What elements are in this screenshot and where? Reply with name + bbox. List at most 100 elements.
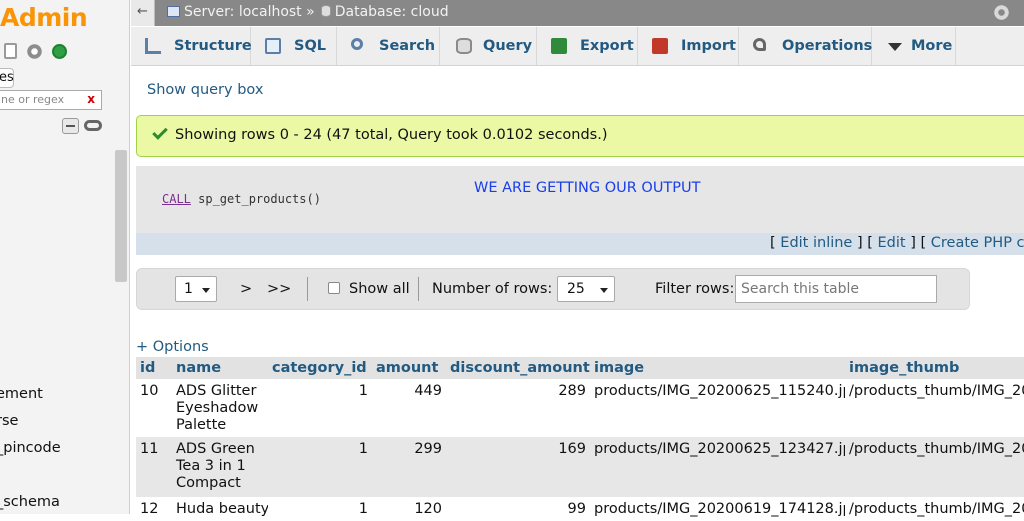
results-table: id name category_id amount discount_amou…: [136, 357, 1024, 521]
last-page-button[interactable]: >>: [267, 281, 291, 297]
chevron-down-icon: [202, 288, 210, 293]
column-header-name[interactable]: name: [172, 357, 268, 379]
cell-image-thumb[interactable]: /products_thumb/IMG_2020: [845, 497, 1024, 521]
tab-label: Import: [681, 38, 736, 54]
gear-icon[interactable]: [993, 4, 1010, 21]
breadcrumb-server[interactable]: Server: localhost: [184, 4, 302, 20]
cell-category-id[interactable]: 1: [268, 497, 372, 521]
column-header-amount[interactable]: amount: [372, 357, 446, 379]
tab-label: More: [911, 38, 953, 54]
cell-id[interactable]: 10: [136, 379, 172, 437]
filter-rows-label: Filter rows:: [655, 281, 735, 297]
table-row[interactable]: 10 ADS Glitter Eyeshadow Palette 1 449 2…: [136, 379, 1024, 437]
column-header-discount-amount[interactable]: discount_amount: [446, 357, 590, 379]
navigation-table-item[interactable]: rse: [0, 413, 18, 429]
column-header-id[interactable]: id: [136, 357, 172, 379]
options-link[interactable]: + Options: [136, 339, 209, 355]
bracket-text: ] [: [852, 235, 878, 251]
create-php-code-link[interactable]: Create PHP code: [931, 235, 1024, 251]
edit-inline-link[interactable]: Edit inline: [780, 235, 852, 251]
tab-structure[interactable]: Structure: [131, 27, 252, 65]
link-with-main-panel-icon[interactable]: [84, 120, 102, 131]
tab-label: Query: [483, 38, 533, 54]
show-all-label[interactable]: Show all: [349, 281, 410, 297]
bracket-text: ] [: [905, 235, 931, 251]
cell-image[interactable]: products/IMG_20200625_115240.jpg: [590, 379, 845, 437]
cell-name[interactable]: ADS Green Tea 3 in 1 Compact: [172, 437, 268, 497]
cell-amount[interactable]: 299: [372, 437, 446, 497]
cell-name[interactable]: Huda beauty: [172, 497, 268, 521]
navigation-table-item[interactable]: _schema: [0, 494, 60, 510]
logo[interactable]: Admin: [0, 3, 88, 32]
cell-id[interactable]: 12: [136, 497, 172, 521]
tab-sql[interactable]: SQL: [251, 27, 337, 65]
query-icon: [456, 38, 472, 54]
cell-category-id[interactable]: 1: [268, 379, 372, 437]
next-page-button[interactable]: >: [240, 281, 252, 297]
tab-export[interactable]: Export: [537, 27, 638, 65]
cell-amount[interactable]: 449: [372, 379, 446, 437]
table-row[interactable]: 11 ADS Green Tea 3 in 1 Compact 1 299 16…: [136, 437, 1024, 497]
tab-import[interactable]: Import: [638, 27, 739, 65]
tab-operations[interactable]: Operations: [739, 27, 872, 65]
back-button[interactable]: ←: [131, 0, 155, 26]
import-icon: [652, 38, 668, 54]
navigation-filter-input[interactable]: ne or regex x: [0, 90, 102, 110]
navigation-table-item[interactable]: _pincode: [0, 440, 61, 456]
cell-name[interactable]: ADS Glitter Eyeshadow Palette: [172, 379, 268, 437]
tab-query[interactable]: Query: [440, 27, 537, 65]
database-icon: [320, 5, 331, 17]
structure-icon: [145, 38, 161, 54]
breadcrumb-bar: ← Server: localhost » Database: cloud: [131, 0, 1024, 26]
cell-image-thumb[interactable]: /products_thumb/IMG_2020: [845, 437, 1024, 497]
sql-query-text[interactable]: CALL sp_get_products(): [162, 192, 321, 206]
cell-category-id[interactable]: 1: [268, 437, 372, 497]
column-header-image[interactable]: image: [590, 357, 845, 379]
search-icon: [351, 38, 363, 50]
table-row[interactable]: 12 Huda beauty 1 120 99 products/IMG_202…: [136, 497, 1024, 521]
clear-filter-icon[interactable]: x: [87, 92, 95, 106]
documentation-icon[interactable]: [4, 43, 17, 59]
tab-search[interactable]: Search: [337, 27, 440, 65]
cell-image[interactable]: products/IMG_20200619_174128.jpg: [590, 497, 845, 521]
column-header-image-thumb[interactable]: image_thumb: [845, 357, 1024, 379]
gear-icon[interactable]: [26, 43, 43, 60]
collapse-all-icon[interactable]: [62, 118, 79, 134]
panel-tab-fragment-label: es: [0, 70, 14, 85]
navigation-scrollbar[interactable]: [115, 150, 127, 282]
panel-tab-fragment[interactable]: es: [0, 68, 14, 88]
cell-discount-amount[interactable]: 169: [446, 437, 590, 497]
chevron-down-icon: [888, 43, 902, 51]
server-icon: [167, 6, 180, 17]
reload-icon[interactable]: [52, 44, 67, 59]
navigation-table-item[interactable]: ement: [0, 386, 43, 402]
logo-text: Admin: [0, 3, 88, 32]
filter-rows-input[interactable]: [735, 275, 937, 303]
cell-amount[interactable]: 120: [372, 497, 446, 521]
number-of-rows-select[interactable]: 25: [557, 276, 615, 302]
tab-label: Structure: [174, 38, 252, 54]
tab-label: Operations: [782, 38, 873, 54]
query-edit-bar: [ Edit inline ] [ Edit ] [ Create PHP co…: [136, 233, 1024, 255]
tab-more[interactable]: More: [872, 27, 956, 65]
page-select[interactable]: 1: [175, 276, 217, 302]
tab-menu: Structure SQL Search Query Export Import…: [131, 27, 1024, 66]
tab-label: Export: [580, 38, 634, 54]
edit-link[interactable]: Edit: [878, 235, 906, 251]
cell-discount-amount[interactable]: 99: [446, 497, 590, 521]
cell-image-thumb[interactable]: /products_thumb/IMG_2020: [845, 379, 1024, 437]
cell-discount-amount[interactable]: 289: [446, 379, 590, 437]
show-query-box-link[interactable]: Show query box: [147, 82, 263, 98]
page-select-value: 1: [184, 281, 193, 297]
chevron-down-icon: [600, 288, 608, 293]
success-message: Showing rows 0 - 24 (47 total, Query too…: [175, 127, 608, 143]
bracket-text: [: [770, 235, 781, 251]
column-header-category-id[interactable]: category_id: [268, 357, 372, 379]
cell-image[interactable]: products/IMG_20200625_123427.jpg: [590, 437, 845, 497]
table-header-row: id name category_id amount discount_amou…: [136, 357, 1024, 379]
tab-label: SQL: [294, 38, 327, 54]
cell-id[interactable]: 11: [136, 437, 172, 497]
sql-keyword[interactable]: CALL: [162, 192, 191, 206]
show-all-checkbox[interactable]: [328, 282, 340, 294]
breadcrumb-database[interactable]: Database: cloud: [335, 4, 449, 20]
